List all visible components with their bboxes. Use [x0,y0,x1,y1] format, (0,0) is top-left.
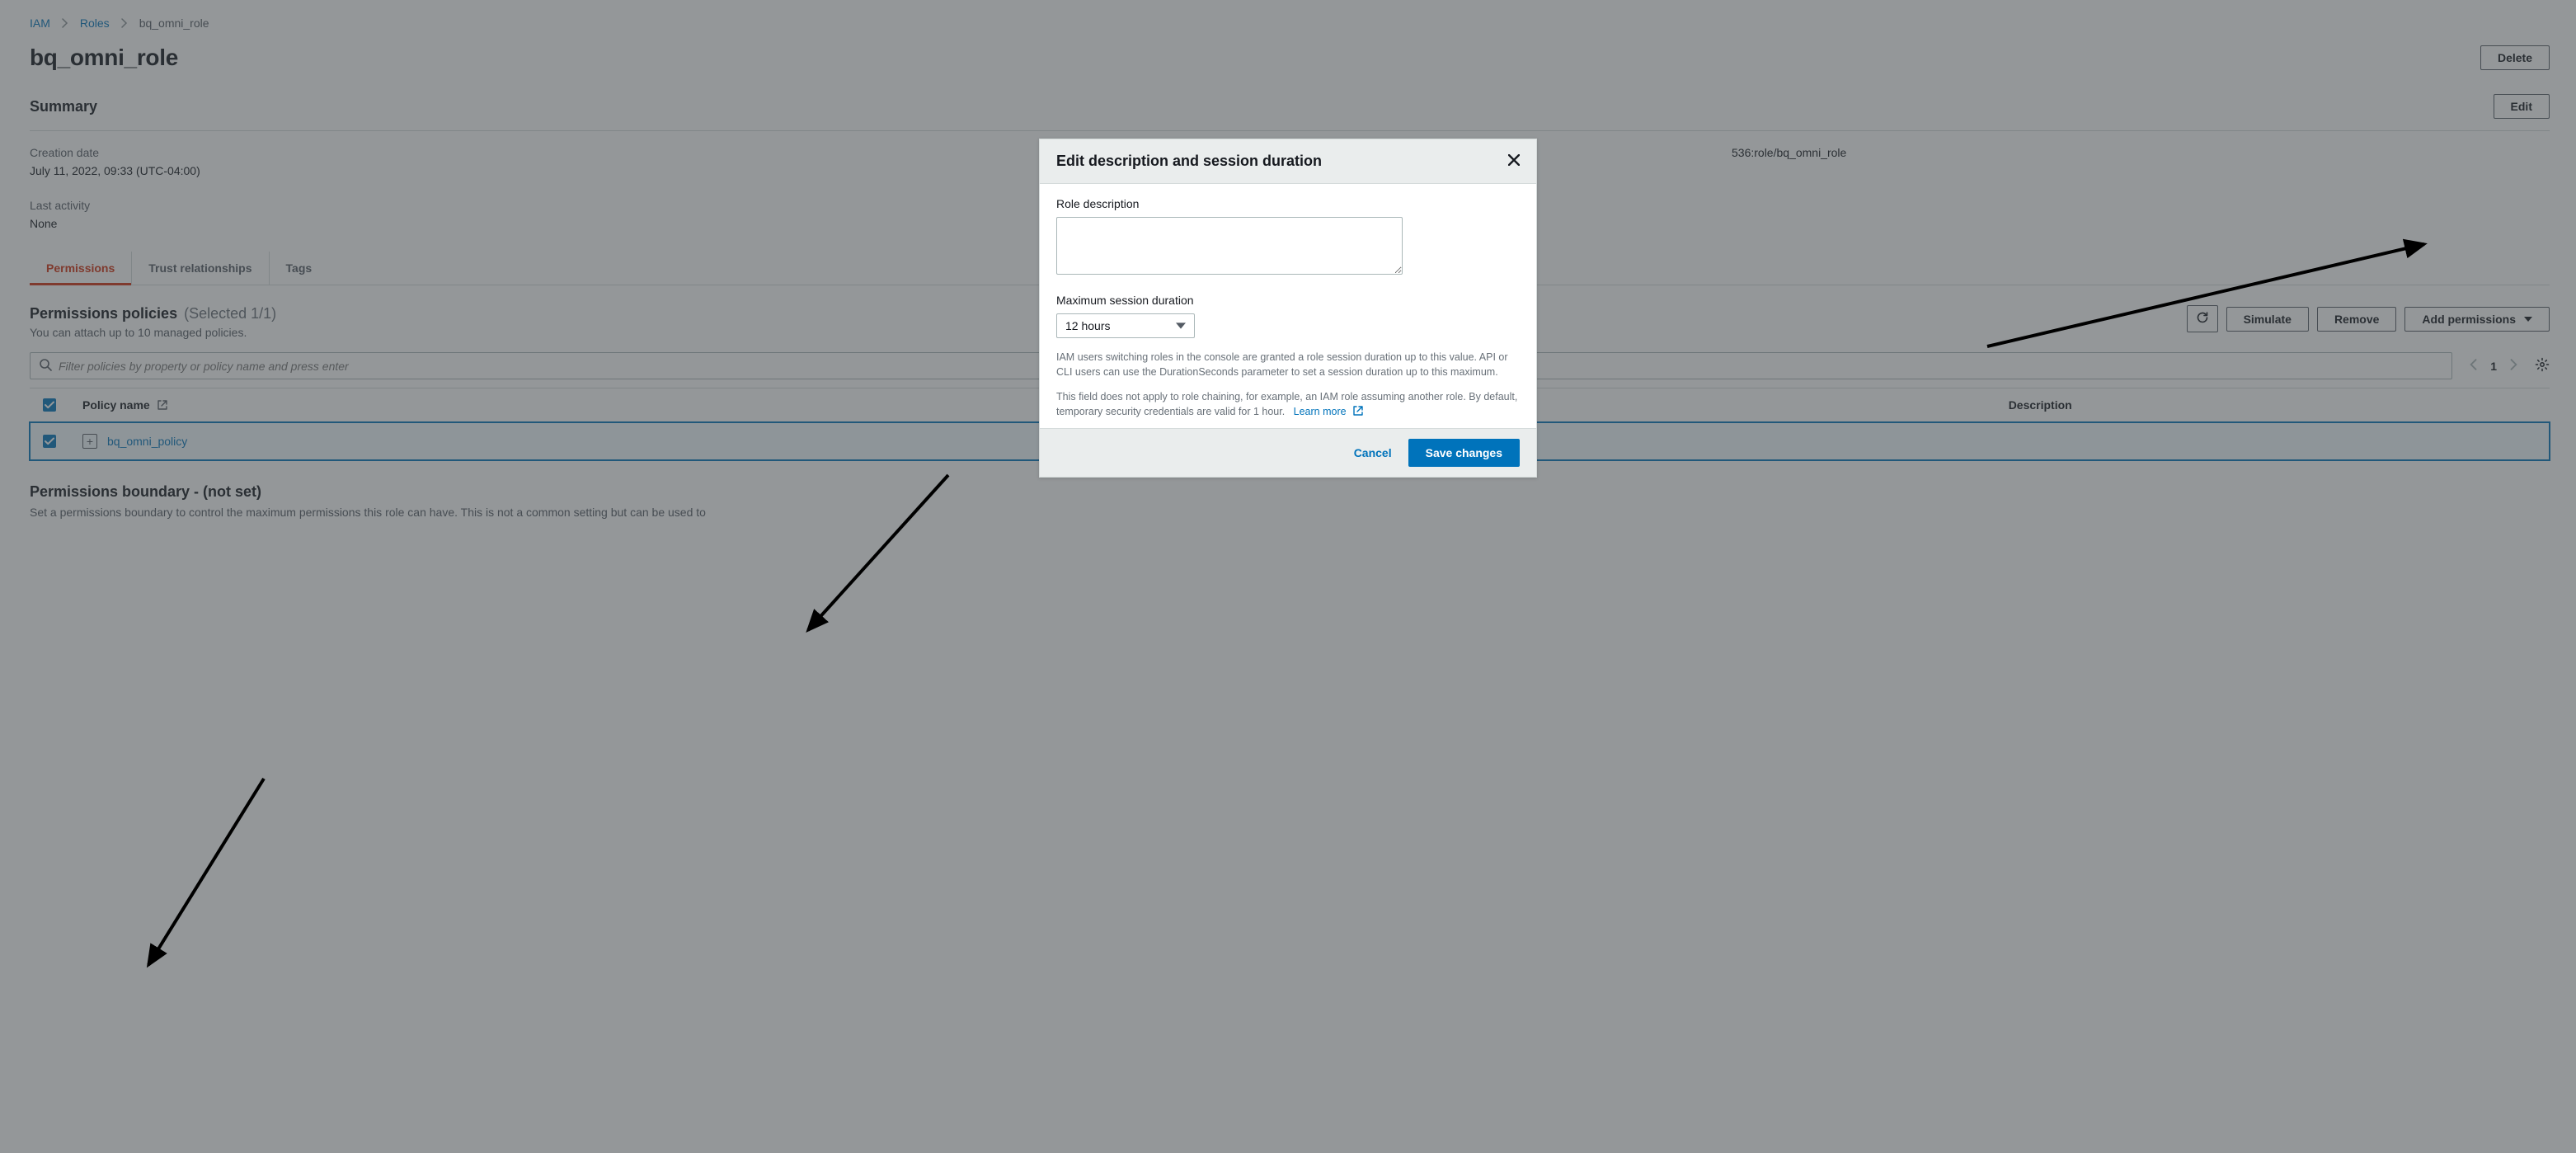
cancel-button[interactable]: Cancel [1354,439,1392,467]
modal-footer: Cancel Save changes [1040,428,1536,477]
modal-header: Edit description and session duration [1040,139,1536,184]
edit-session-modal: Edit description and session duration Ro… [1039,139,1537,478]
learn-more-link[interactable]: Learn more [1290,406,1364,417]
session-help-text-1: IAM users switching roles in the console… [1056,350,1520,379]
save-button[interactable]: Save changes [1408,439,1520,467]
modal-body: Role description Maximum session duratio… [1040,184,1536,428]
role-description-input[interactable] [1056,217,1403,275]
modal-backdrop[interactable]: Edit description and session duration Ro… [0,0,2576,1153]
external-link-icon [1352,405,1364,417]
modal-title: Edit description and session duration [1056,153,1322,170]
max-session-label: Maximum session duration [1056,294,1520,307]
caret-down-icon [1176,322,1186,329]
close-icon [1508,155,1520,168]
max-session-select[interactable]: 12 hours [1056,313,1195,338]
max-session-value: 12 hours [1065,319,1110,332]
session-help-text-2: This field does not apply to role chaini… [1056,389,1520,419]
role-description-label: Role description [1056,197,1520,210]
modal-close-button[interactable] [1508,154,1520,168]
